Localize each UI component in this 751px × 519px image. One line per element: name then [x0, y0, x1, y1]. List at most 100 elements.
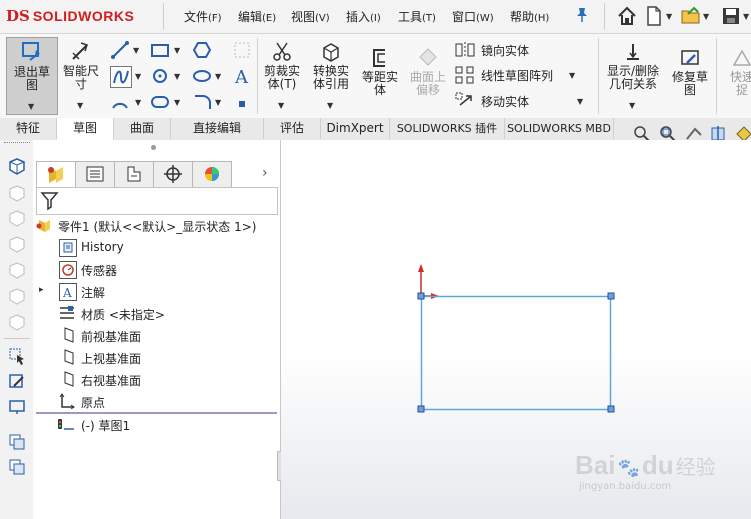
- sketch-vertex[interactable]: [607, 405, 615, 413]
- point-icon[interactable]: [232, 94, 252, 114]
- sketch-vertex[interactable]: [417, 405, 425, 413]
- menu-view[interactable]: 视图(V): [291, 8, 330, 25]
- plane-icon: [61, 349, 77, 365]
- tree-item-top-plane[interactable]: 上视基准面: [81, 350, 141, 367]
- repair-sketch-button[interactable]: 修复草 图: [668, 37, 712, 113]
- ellipse-icon[interactable]: [192, 66, 212, 86]
- mirror-entities-label: 镜向实体: [481, 43, 530, 58]
- slot-icon[interactable]: [150, 92, 170, 112]
- divider: [716, 38, 717, 114]
- menu-window[interactable]: 窗口(W): [452, 8, 494, 25]
- chevron-down-icon[interactable]: ▼: [135, 72, 141, 81]
- tab-dimxpert[interactable]: DimXpert: [321, 118, 390, 139]
- open-folder-icon[interactable]: [680, 5, 702, 27]
- chevron-down-icon[interactable]: ▼: [135, 98, 141, 107]
- tab-property-manager[interactable]: [75, 161, 115, 188]
- tab-sketch[interactable]: 草图: [57, 118, 114, 140]
- tab-features[interactable]: 特征: [0, 118, 57, 139]
- history-icon: [59, 239, 77, 257]
- tree-item-sensors[interactable]: 传感器: [81, 262, 117, 279]
- pin-icon[interactable]: [575, 7, 589, 27]
- select-sketch-icon[interactable]: [8, 347, 26, 365]
- cube-view-icon[interactable]: [8, 157, 26, 175]
- menu-help[interactable]: 帮助(H): [510, 8, 549, 25]
- new-document-icon[interactable]: [643, 5, 665, 27]
- tree-item-front-plane[interactable]: 前视基准面: [81, 328, 141, 345]
- property-manager-icon: [86, 166, 104, 182]
- tab-solidworks-addins[interactable]: SOLIDWORKS 插件: [390, 118, 505, 139]
- sketch-rectangle[interactable]: [420, 295, 612, 411]
- tab-solidworks-mbd[interactable]: SOLIDWORKS MBD: [505, 118, 614, 139]
- chevron-down-icon[interactable]: ▼: [174, 98, 180, 107]
- sketch-icon: [57, 416, 74, 432]
- tab-evaluate[interactable]: 评估: [264, 118, 321, 139]
- tree-item-history[interactable]: History: [81, 240, 124, 254]
- polygon-icon[interactable]: [192, 40, 212, 60]
- smart-dimension-label: 智能尺 寸: [62, 64, 99, 91]
- menu-tools[interactable]: 工具(T): [398, 8, 436, 25]
- save-icon[interactable]: [720, 5, 742, 27]
- tab-display-manager[interactable]: [192, 161, 232, 188]
- part-icon: [35, 217, 51, 233]
- copy-entities-icon[interactable]: [8, 433, 26, 451]
- menu-edit[interactable]: 编辑(E): [238, 8, 276, 25]
- display-icon[interactable]: [8, 398, 26, 416]
- tab-direct-editing[interactable]: 直接编辑: [171, 118, 264, 139]
- edit-sketch-icon[interactable]: [8, 372, 26, 390]
- chevron-down-icon[interactable]: ▼: [569, 71, 575, 80]
- text-icon[interactable]: A: [232, 66, 252, 88]
- tree-filter-bar[interactable]: [36, 187, 278, 215]
- chevron-down-icon[interactable]: ▼: [743, 5, 751, 27]
- chevron-right-icon[interactable]: ›: [262, 165, 268, 181]
- chevron-down-icon[interactable]: ▼: [629, 101, 635, 110]
- chevron-down-icon[interactable]: ▼: [327, 101, 333, 110]
- rectangle-icon[interactable]: [150, 40, 170, 60]
- menu-file[interactable]: 文件(F): [184, 8, 222, 25]
- rollback-bar[interactable]: [36, 412, 277, 414]
- exit-sketch-button[interactable]: 退出草 图 ▼: [6, 37, 58, 115]
- chevron-down-icon[interactable]: ▼: [278, 101, 284, 110]
- display-delete-relations-button[interactable]: 显示/删除 几何关系 ▼: [602, 37, 664, 113]
- fillet-icon[interactable]: [192, 92, 212, 112]
- sketch-vertex[interactable]: [607, 292, 615, 300]
- quick-snaps-button[interactable]: 快速 捉: [720, 37, 751, 113]
- relations-icon: [627, 44, 639, 60]
- chevron-down-icon[interactable]: ▼: [174, 72, 180, 81]
- spline-icon[interactable]: [110, 66, 132, 88]
- chevron-down-icon[interactable]: ▼: [77, 101, 83, 110]
- chevron-down-icon[interactable]: ▼: [174, 46, 180, 55]
- chevron-down-icon[interactable]: ▼: [133, 46, 139, 55]
- chevron-down-icon[interactable]: ▼: [215, 98, 221, 107]
- linear-pattern-button[interactable]: 线性草图阵列 ▼: [455, 65, 595, 85]
- convert-entities-button[interactable]: 转换实 体引用 ▼: [306, 37, 356, 113]
- chevron-down-icon[interactable]: ▼: [28, 102, 34, 111]
- expand-arrow-icon[interactable]: ▸: [39, 285, 44, 295]
- app-logo[interactable]: DS SOLIDWORKS: [6, 4, 134, 28]
- menu-insert[interactable]: 插入(I): [346, 8, 381, 25]
- toolbar-grip[interactable]: [4, 142, 30, 146]
- chevron-down-icon[interactable]: ▼: [577, 97, 583, 106]
- copy-entities-icon[interactable]: [8, 458, 26, 476]
- chevron-down-icon[interactable]: ▼: [215, 72, 221, 81]
- smart-dimension-button[interactable]: 智能尺 寸 ▼: [58, 37, 104, 113]
- panel-grip[interactable]: [151, 145, 156, 150]
- tab-surfaces[interactable]: 曲面: [114, 118, 171, 139]
- tree-item-sketch1[interactable]: (-) 草图1: [81, 417, 130, 434]
- move-entities-button[interactable]: 移动实体 ▼: [455, 91, 595, 111]
- tree-item-material[interactable]: 材质 <未指定>: [81, 306, 165, 323]
- line-icon[interactable]: [110, 40, 130, 60]
- circle-icon[interactable]: [150, 66, 170, 86]
- offset-entities-button[interactable]: 等距实 体: [358, 37, 402, 113]
- tree-item-annotations[interactable]: 注解: [81, 284, 105, 301]
- trim-button[interactable]: 剪裁实 体(T) ▼: [260, 37, 304, 113]
- home-icon[interactable]: [616, 5, 638, 27]
- tab-feature-tree[interactable]: [36, 161, 76, 188]
- tree-root-part[interactable]: 零件1 (默认<<默认>_显示状态 1>): [58, 218, 256, 235]
- sketch-vertex[interactable]: [417, 292, 425, 300]
- mirror-entities-button[interactable]: 镜向实体: [455, 40, 595, 60]
- tree-item-right-plane[interactable]: 右视基准面: [81, 372, 141, 389]
- tree-item-origin[interactable]: 原点: [81, 394, 105, 411]
- tab-configuration-manager[interactable]: [114, 161, 154, 188]
- arc-icon[interactable]: [110, 92, 130, 112]
- tab-dimxpert-manager[interactable]: [153, 161, 193, 188]
